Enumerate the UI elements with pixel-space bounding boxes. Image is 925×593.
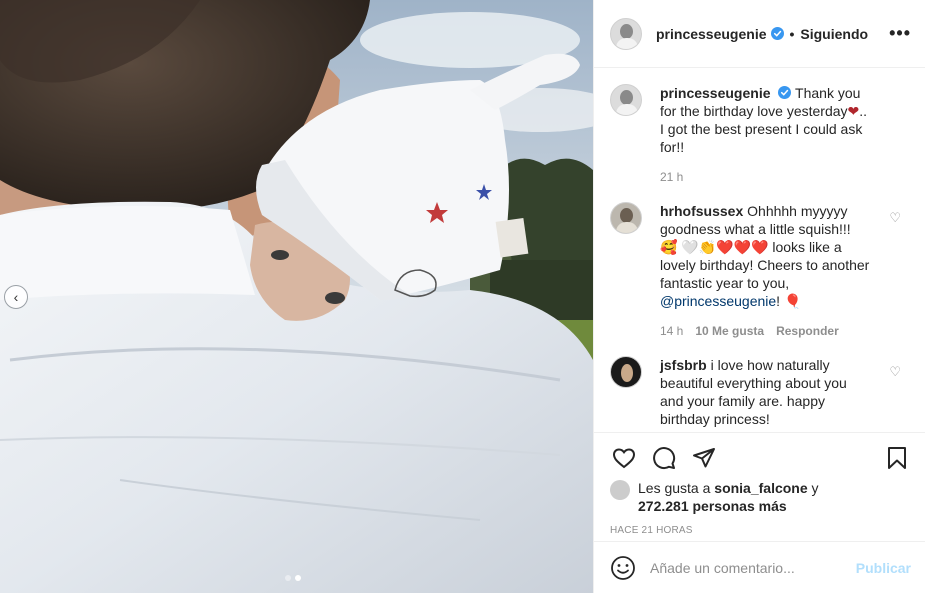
comment-likes[interactable]: 10 Me gusta <box>695 322 764 340</box>
comment-body: hrhofsussex Ohhhhh myyyyy goodness what … <box>660 202 870 340</box>
photo-scene <box>0 0 593 593</box>
post-actions: Les gusta a sonia_falcone y 272.281 pers… <box>594 432 925 541</box>
commenter-avatar[interactable] <box>610 356 642 388</box>
liker-avatar[interactable] <box>610 480 630 500</box>
author-username[interactable]: princesseugenie <box>656 26 767 42</box>
post-header: princesseugenie • Siguiendo ••• <box>594 0 925 68</box>
bookmark-icon[interactable] <box>883 444 911 472</box>
comment-reply-button[interactable]: Responder <box>776 322 839 340</box>
carousel-dot-active <box>295 575 301 581</box>
comment-like-heart-icon[interactable]: ♡ <box>889 210 901 226</box>
comments-list: princesseugenie Thank you for the birthd… <box>594 68 925 432</box>
author-avatar[interactable] <box>610 17 642 50</box>
likes-prefix: Les gusta a <box>638 480 711 496</box>
comment-icon[interactable] <box>650 444 678 472</box>
comment-item: hrhofsussex Ohhhhh myyyyy goodness what … <box>610 202 909 340</box>
caption-body: princesseugenie Thank you for the birthd… <box>660 84 870 186</box>
carousel-dot <box>285 575 291 581</box>
following-button[interactable]: Siguiendo <box>800 26 868 42</box>
separator-dot: • <box>789 25 795 42</box>
comment-username[interactable]: jsfsbrb <box>660 357 707 373</box>
heart-icon[interactable] <box>610 444 638 472</box>
comment-body: jsfsbrb i love how naturally beautiful e… <box>660 356 870 428</box>
post-time-ago[interactable]: HACE 21 HORAS <box>610 525 911 536</box>
comment-like-heart-icon[interactable]: ♡ <box>889 364 901 380</box>
comment-trail: ! 🎈 <box>776 293 802 309</box>
emoji-icon[interactable] <box>610 555 636 581</box>
carousel-prev-button[interactable]: ‹ <box>4 285 28 309</box>
post-sidebar: princesseugenie • Siguiendo ••• princess… <box>593 0 925 593</box>
likes-conj: y <box>811 480 819 496</box>
publish-button[interactable]: Publicar <box>856 560 911 576</box>
add-comment-bar: Publicar <box>594 541 925 593</box>
commenter-avatar[interactable] <box>610 202 642 234</box>
verified-badge-icon <box>778 86 792 99</box>
comment-item: jsfsbrb i love how naturally beautiful e… <box>610 356 909 428</box>
likes-count[interactable]: 272.281 personas más <box>638 498 787 514</box>
liked-by-user[interactable]: sonia_falcone <box>714 480 807 496</box>
caption-username[interactable]: princesseugenie <box>660 85 771 101</box>
likes-summary: Les gusta a sonia_falcone y 272.281 pers… <box>610 479 911 515</box>
action-icons <box>610 441 911 475</box>
carousel-dots <box>285 575 301 581</box>
caption: princesseugenie Thank you for the birthd… <box>610 84 909 186</box>
comment-mention[interactable]: @princesseugenie <box>660 293 776 309</box>
comment-username[interactable]: hrhofsussex <box>660 203 743 219</box>
verified-badge-icon <box>770 27 784 40</box>
heart-emoji: ❤ <box>847 103 860 119</box>
post-view: ‹ princesseugenie • Siguiendo ••• prince… <box>0 0 925 593</box>
comment-time[interactable]: 14 h <box>660 322 683 340</box>
post-photo[interactable]: ‹ <box>0 0 593 593</box>
caption-meta: 21 h <box>660 168 870 186</box>
chevron-left-icon: ‹ <box>13 289 19 305</box>
caption-avatar[interactable] <box>610 84 642 116</box>
ellipsis-icon[interactable]: ••• <box>889 23 911 44</box>
comment-meta: 14 h 10 Me gusta Responder <box>660 322 870 340</box>
share-icon[interactable] <box>690 444 718 472</box>
likes-text: Les gusta a sonia_falcone y 272.281 pers… <box>638 479 819 515</box>
comment-input[interactable] <box>650 559 856 576</box>
caption-time[interactable]: 21 h <box>660 168 683 186</box>
